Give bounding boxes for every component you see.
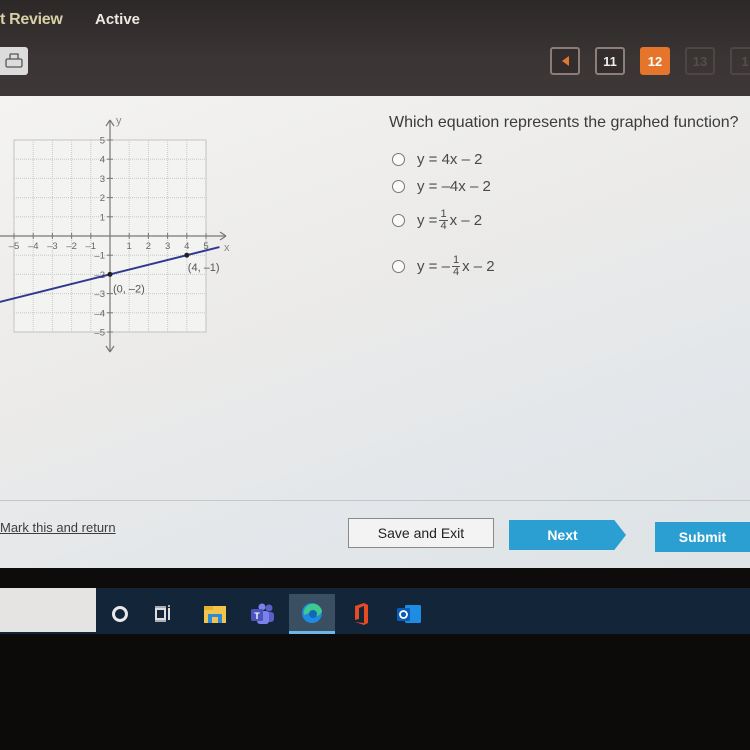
question-button-14[interactable]: 1 — [730, 47, 750, 75]
x-tick-label: –3 — [47, 241, 58, 252]
question-button-12[interactable]: 12 — [640, 47, 670, 75]
point-label: (4, –1) — [188, 262, 220, 274]
answer-option-2[interactable]: y = –4x – 2 — [392, 178, 491, 195]
status-label: Active — [95, 11, 141, 28]
y-tick-label: –4 — [94, 308, 105, 319]
x-tick-label: 4 — [184, 241, 189, 252]
x-tick-label: 1 — [127, 241, 132, 252]
fraction: 1 4 — [451, 255, 461, 278]
next-button[interactable]: Next — [509, 520, 626, 550]
outlook-icon[interactable] — [386, 594, 432, 634]
y-tick-label: 5 — [100, 136, 105, 147]
radio-button[interactable] — [392, 153, 405, 166]
page-title: t Review — [0, 11, 63, 28]
option-text: y = –4x – 2 — [417, 178, 491, 195]
monitor-bezel — [0, 634, 750, 750]
mark-and-return-link[interactable]: Mark this and return — [0, 520, 116, 535]
question-panel: x y –5 –4 –3 –2 –1 1 2 3 4 5 5 4 3 2 1 –1 –2 –3 –4 –5 (0, –2)(… — [0, 96, 750, 568]
x-tick-label: 3 — [165, 241, 170, 252]
edge-icon[interactable] — [289, 594, 335, 634]
footer-bar: Mark this and return Save and Exit Next … — [0, 500, 750, 568]
option-suffix: x – 2 — [449, 212, 483, 229]
fraction-denominator: 4 — [452, 266, 460, 278]
option-suffix: x – 2 — [462, 258, 495, 275]
y-tick-label: –3 — [94, 289, 105, 300]
option-prefix: y = – — [417, 258, 450, 275]
office-icon[interactable] — [338, 594, 384, 634]
submit-button[interactable]: Submit — [655, 522, 750, 552]
y-tick-label: 4 — [100, 155, 105, 166]
answer-option-3[interactable]: y = 1 4 x – 2 — [392, 209, 482, 232]
y-tick-label: 2 — [100, 193, 105, 204]
fraction: 1 4 — [439, 209, 448, 232]
cortana-icon[interactable] — [97, 594, 143, 634]
y-tick-label: 1 — [100, 212, 105, 223]
previous-question-button[interactable] — [550, 47, 580, 75]
teams-icon[interactable]: T — [240, 594, 286, 634]
question-navigation: 11 12 13 1 — [550, 47, 750, 75]
save-and-exit-button[interactable]: Save and Exit — [348, 518, 494, 548]
radio-button[interactable] — [392, 214, 405, 227]
x-tick-label: –5 — [9, 241, 20, 252]
point-label: (0, –2) — [113, 283, 145, 295]
graph-point — [184, 252, 190, 258]
printer-icon — [5, 53, 23, 68]
answer-option-4[interactable]: y = – 1 4 x – 2 — [392, 255, 495, 278]
question-text: Which equation represents the graphed fu… — [389, 114, 739, 131]
option-text: y = 4x – 2 — [417, 151, 483, 168]
radio-button[interactable] — [392, 180, 405, 193]
x-tick-label: –4 — [28, 241, 39, 252]
answer-option-1[interactable]: y = 4x – 2 — [392, 151, 482, 168]
x-tick-label: 2 — [146, 241, 151, 252]
app-header: t Review Active 11 12 13 1 — [0, 0, 750, 96]
x-axis-label: x — [224, 242, 230, 254]
fraction-denominator: 4 — [440, 220, 447, 232]
graph-point — [107, 271, 113, 277]
file-explorer-icon[interactable] — [192, 594, 238, 634]
task-view-icon[interactable] — [141, 594, 187, 634]
question-button-13[interactable]: 13 — [685, 47, 715, 75]
option-prefix: y = — [417, 212, 438, 229]
svg-text:T: T — [254, 611, 260, 621]
y-tick-label: –1 — [94, 251, 105, 262]
taskbar-search-box[interactable] — [0, 588, 96, 632]
coordinate-graph: xy–5 –4 –3 –2 –1 1 2 3 4 554321–1–2–3–4–5(0, –2)(… — [0, 115, 230, 353]
x-tick-label: –2 — [66, 241, 77, 252]
radio-button[interactable] — [392, 260, 405, 273]
windows-taskbar: T — [0, 588, 750, 634]
y-tick-label: 3 — [100, 174, 105, 185]
triangle-left-icon — [561, 56, 569, 66]
question-button-11[interactable]: 11 — [595, 47, 625, 75]
y-tick-label: –5 — [94, 328, 105, 339]
print-button[interactable] — [0, 47, 28, 75]
y-axis-label: y — [116, 115, 122, 127]
